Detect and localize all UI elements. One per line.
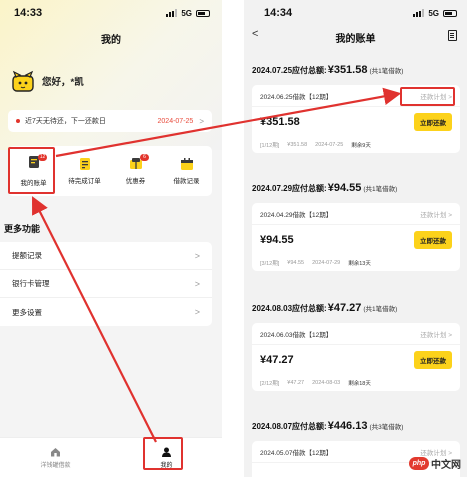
- bill-amount: ¥47.27: [260, 354, 294, 366]
- menu-item-label: 提额记录: [12, 251, 42, 260]
- bill-amount: ¥351.58: [260, 116, 300, 128]
- notice-text: 近7天无待还，下一还款日: [25, 118, 106, 125]
- status-bar: 14:33 5G: [14, 6, 210, 20]
- chevron-right-icon: >: [194, 250, 200, 261]
- term-amount: ¥47.27: [287, 380, 305, 386]
- avatar[interactable]: [10, 70, 36, 92]
- document-icon[interactable]: [448, 30, 457, 41]
- tab-loan-home[interactable]: 洋钱罐借款: [0, 438, 111, 477]
- quick-action-pending-orders[interactable]: 待完成订单: [59, 146, 110, 196]
- bill-card: 2024.04.29借款【12期】 还款计划 > ¥94.55 立即还款 [3/…: [252, 203, 460, 271]
- repayment-plan-link[interactable]: 还款计划 >: [420, 447, 452, 457]
- bill-card: 2024.06.03借款【12期】 还款计划 > ¥47.27 立即还款 [2/…: [252, 323, 460, 391]
- more-features-menu: 提额记录 > 银行卡管理 > 更多设置 >: [0, 242, 212, 326]
- bill-group-amount: ¥446.13: [327, 420, 368, 432]
- bill-group-label: 2024.07.25应付总额:: [252, 66, 327, 75]
- status-indicators: 5G: [413, 9, 457, 18]
- signal-icon: [413, 9, 425, 17]
- php-logo: php: [409, 457, 429, 470]
- bill-group-header: 2024.07.29应付总额: ¥94.55 (共1笔借款): [252, 182, 397, 194]
- loan-title: 2024.06.25借款【12期】: [260, 93, 333, 101]
- quick-action-coupons[interactable]: 6 优惠券: [110, 146, 161, 196]
- loan-title: 2024.05.07借款【12期】: [260, 449, 333, 457]
- watermark-text: 中文网: [431, 460, 461, 471]
- bill-group-label: 2024.08.03应付总额:: [252, 304, 327, 313]
- chevron-right-icon: >: [194, 307, 200, 317]
- repay-now-button[interactable]: 立即还款: [414, 351, 452, 369]
- menu-item-label: 银行卡管理: [12, 279, 50, 288]
- days-remaining: 剩余18天: [348, 381, 371, 387]
- highlight-repayment-plan: [400, 87, 455, 106]
- repayment-notice[interactable]: 近7天无待还，下一还款日 2024-07-25 >: [8, 110, 212, 132]
- term: [2/12期]: [260, 381, 280, 387]
- battery-icon: [196, 9, 210, 17]
- due-date: 2024-08-03: [312, 380, 341, 386]
- notice-dot: [16, 119, 20, 123]
- bill-amount: ¥94.55: [260, 234, 294, 246]
- network-type: 5G: [181, 8, 192, 18]
- my-bills-screen: 14:34 5G < 我的账单 2024.07.25应付总额: ¥351.58 …: [244, 0, 467, 477]
- term-amount: ¥351.58: [287, 142, 308, 148]
- bill-group-count: (共3笔借款): [369, 424, 404, 431]
- term-amount: ¥94.55: [287, 260, 305, 266]
- status-bar: 14:34 5G: [264, 6, 457, 20]
- nav-bar: < 我的账单: [244, 28, 467, 45]
- highlight-my-tab: [143, 437, 183, 470]
- quick-action-loan-records[interactable]: 借款记录: [161, 146, 212, 196]
- home-icon: [51, 447, 60, 456]
- days-remaining: 剩余9天: [351, 143, 371, 149]
- notice-date: 2024-07-25: [157, 117, 194, 125]
- bill-group-amount: ¥351.58: [327, 64, 368, 76]
- tab-label: 洋钱罐借款: [40, 462, 71, 469]
- quick-action-label: 待完成订单: [68, 178, 101, 185]
- chevron-right-icon: >: [194, 278, 200, 289]
- loan-title: 2024.04.29借款【12期】: [260, 211, 333, 219]
- status-time: 14:34: [264, 7, 293, 19]
- screenshot-canvas: 14:33 5G 我的 您好，*凯 近7天无待还，下一还款日 2024-07-2…: [0, 0, 467, 477]
- menu-item-bank-cards[interactable]: 银行卡管理 >: [0, 270, 212, 298]
- page-title: 我的账单: [335, 34, 376, 45]
- bill-group-amount: ¥47.27: [327, 302, 362, 314]
- due-date: 2024-07-25: [315, 142, 344, 148]
- bill-group-header: 2024.07.25应付总额: ¥351.58 (共1笔借款): [252, 64, 403, 76]
- network-type: 5G: [428, 8, 439, 18]
- repay-now-button[interactable]: 立即还款: [414, 231, 452, 249]
- bill-group-count: (共1笔借款): [363, 186, 398, 193]
- menu-item-limit-records[interactable]: 提额记录 >: [0, 242, 212, 270]
- repay-now-button[interactable]: 立即还款: [414, 113, 452, 131]
- due-date: 2024-07-29: [312, 260, 341, 266]
- coupon-badge: 6: [140, 154, 149, 161]
- greeting-text: 您好，*凯: [42, 77, 84, 88]
- watermark: php 中文网: [409, 456, 461, 471]
- bill-group-count: (共1笔借款): [363, 306, 398, 313]
- more-features-title: 更多功能: [4, 224, 41, 234]
- quick-action-label: 优惠券: [125, 178, 146, 185]
- bill-group-amount: ¥94.55: [327, 182, 362, 194]
- days-remaining: 剩余13天: [348, 261, 371, 267]
- order-icon: [79, 158, 90, 170]
- page-title: 我的: [101, 35, 121, 46]
- signal-icon: [166, 9, 178, 17]
- bill-group-header: 2024.08.07应付总额: ¥446.13 (共3笔借款): [252, 420, 403, 432]
- status-time: 14:33: [14, 7, 43, 19]
- bill-group-header: 2024.08.03应付总额: ¥47.27 (共1笔借款): [252, 302, 397, 314]
- quick-action-label: 借款记录: [173, 178, 200, 185]
- bill-group-label: 2024.07.29应付总额:: [252, 184, 327, 193]
- repayment-plan-link[interactable]: 还款计划 >: [420, 209, 452, 219]
- menu-item-label: 更多设置: [12, 307, 42, 317]
- tab-bar: 洋钱罐借款 我的: [0, 437, 222, 477]
- chevron-right-icon: >: [199, 116, 204, 126]
- bill-group-label: 2024.08.07应付总额:: [252, 422, 327, 431]
- status-indicators: 5G: [166, 9, 210, 18]
- highlight-my-bill: [8, 147, 55, 194]
- term: [1/12期]: [260, 143, 280, 149]
- battery-icon: [443, 9, 457, 17]
- loan-title: 2024.06.03借款【12期】: [260, 331, 333, 339]
- loan-record-icon: [180, 158, 193, 170]
- bill-group-count: (共1笔借款): [369, 68, 404, 75]
- my-page-screen: 14:33 5G 我的 您好，*凯 近7天无待还，下一还款日 2024-07-2…: [0, 0, 222, 477]
- repayment-plan-link[interactable]: 还款计划 >: [420, 329, 452, 339]
- menu-item-more-settings[interactable]: 更多设置 >: [0, 298, 212, 326]
- term: [3/12期]: [260, 261, 280, 267]
